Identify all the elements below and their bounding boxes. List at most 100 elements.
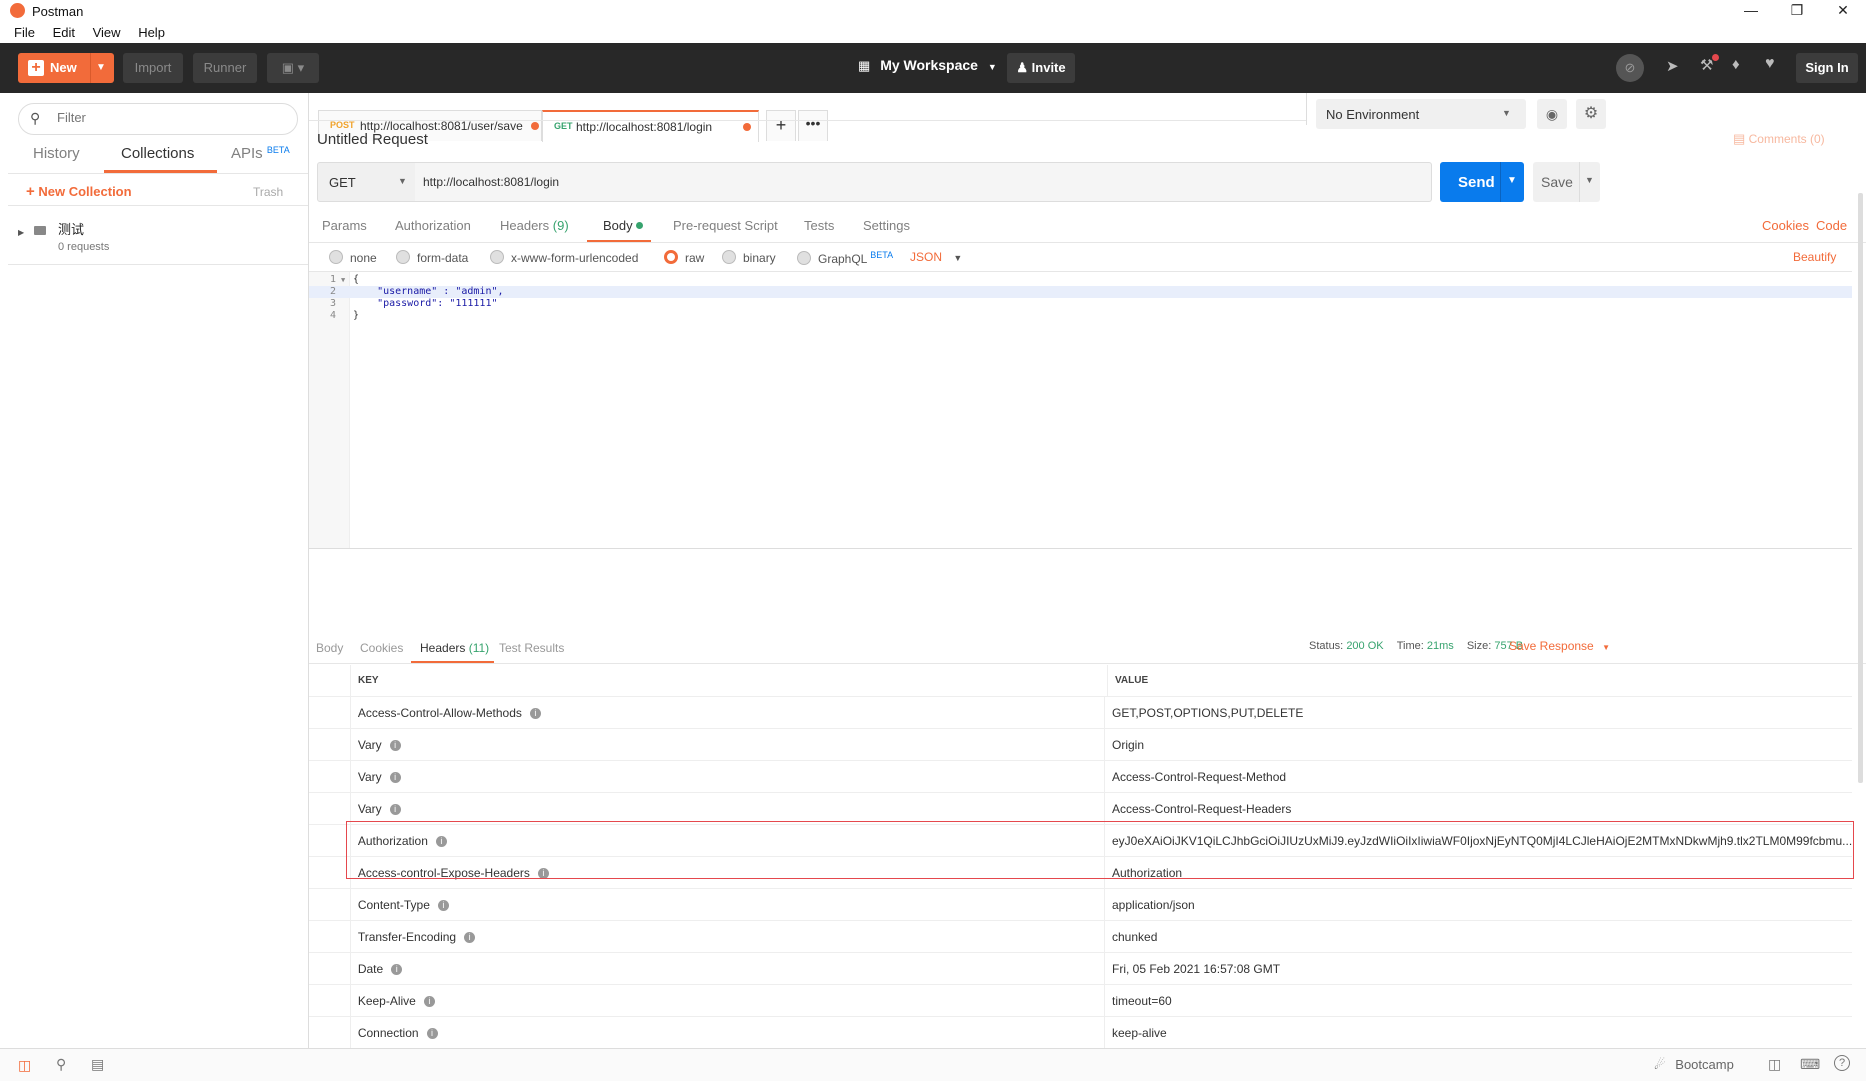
send-button[interactable]: Send ▼ [1440,162,1524,202]
info-icon[interactable]: i [529,707,541,719]
method-label: GET [329,175,356,190]
caret-down-icon[interactable]: ▼ [1585,175,1594,185]
info-icon[interactable]: i [426,1027,438,1039]
tab-prerequest[interactable]: Pre-request Script [673,218,778,233]
save-response-button[interactable]: Save Response ▼ [1509,639,1610,653]
new-button[interactable]: + New ▼ [18,53,114,83]
gear-icon[interactable]: ⚙ [1576,99,1606,129]
help-icon[interactable]: ? [1834,1055,1850,1071]
filter-box[interactable]: ⚲ [18,103,298,135]
title-bar: Postman — ❐ ✕ [0,0,1866,22]
beautify-link[interactable]: Beautify [1793,250,1836,264]
tab-history[interactable]: History [33,145,80,162]
tab-params[interactable]: Params [322,218,367,233]
comment-icon: ▤ [1733,131,1746,146]
body-mode-label: raw [685,251,705,265]
trash-link[interactable]: Trash [253,185,283,199]
menu-edit[interactable]: Edit [53,25,75,40]
workspace-selector[interactable]: ▦ My Workspace ▼ [858,57,997,74]
info-icon[interactable]: i [391,963,403,975]
tab-headers[interactable]: Headers (9) [500,218,569,233]
comments-link[interactable]: ▤ Comments (0) [1733,131,1825,147]
caret-down-icon: ▼ [1602,643,1610,652]
caret-down-icon: ▼ [987,62,997,72]
response-tab-cookies[interactable]: Cookies [360,641,403,655]
tab-collections[interactable]: Collections [121,145,194,162]
info-icon[interactable]: i [389,803,401,815]
eye-icon[interactable]: ◉ [1537,99,1567,129]
cookies-link[interactable]: Cookies [1762,218,1809,233]
info-icon[interactable]: i [423,995,435,1007]
response-tab-headers[interactable]: Headers (11) [420,641,489,655]
close-icon[interactable]: ✕ [1820,0,1866,22]
fold-caret-icon[interactable]: ▼ [341,274,345,286]
filter-input[interactable] [55,109,289,126]
menu-file[interactable]: File [14,25,35,40]
find-icon[interactable]: ⚲ [56,1056,66,1073]
keyboard-icon[interactable]: ⌨ [1800,1056,1820,1073]
divider [309,663,1866,664]
body-mode-none[interactable]: none [329,250,377,265]
sign-in-button[interactable]: Sign In [1796,53,1858,83]
tab-settings[interactable]: Settings [863,218,910,233]
header-value: Access-Control-Request-Method [1112,769,1287,784]
caret-right-icon[interactable]: ▶ [18,228,24,237]
request-tab-active[interactable]: GET http://localhost:8081/login [542,110,759,142]
invite-label: Invite [1031,60,1066,75]
body-mode-graphql[interactable]: GraphQL BETA [797,250,893,266]
table-row: Vary i Access-Control-Request-Method [309,760,1852,793]
collection-item[interactable]: ▶ 测试 0 requests [8,206,308,265]
satellite-icon[interactable]: ➤ [1666,57,1679,75]
new-window-button[interactable]: ▣ ▾ [267,53,319,83]
format-select[interactable]: JSON ▼ [910,250,962,264]
request-name[interactable]: Untitled Request [317,131,428,148]
tab-tests[interactable]: Tests [804,218,834,233]
response-meta: Status: 200 OK Time: 21ms Size: 757 B [1309,640,1523,652]
restore-icon[interactable]: ❐ [1774,0,1820,22]
body-mode-binary[interactable]: binary [722,250,776,265]
sidebar-toggle-icon[interactable]: ◫ [18,1057,31,1074]
response-tab-tests[interactable]: Test Results [499,641,564,655]
postman-logo-icon [10,3,25,18]
sync-off-icon[interactable]: ⊘ [1616,54,1644,82]
bootcamp-button[interactable]: ☄ Bootcamp [1654,1057,1734,1073]
header-key: Connection [357,1025,419,1040]
url-field[interactable]: http://localhost:8081/login [415,162,1432,202]
runner-button[interactable]: Runner [193,53,257,83]
scrollbar[interactable] [1858,193,1863,783]
bell-icon[interactable]: ♦ [1732,56,1740,73]
invite-button[interactable]: ♟ Invite [1007,53,1075,83]
menu-help[interactable]: Help [138,25,165,40]
save-button[interactable]: Save ▼ [1533,162,1600,202]
info-icon[interactable]: i [437,899,449,911]
more-tabs-icon[interactable]: ••• [798,110,828,141]
info-icon[interactable]: i [389,771,401,783]
two-pane-icon[interactable]: ◫ [1768,1056,1781,1073]
method-select[interactable]: GET ▼ [317,162,416,202]
tab-apis[interactable]: APIs BETA [231,145,290,162]
body-mode-raw[interactable]: raw [664,250,704,265]
import-button[interactable]: Import [123,53,183,83]
header-value: Access-Control-Request-Headers [1112,801,1292,816]
header-value-cell: Access-Control-Request-Headers [1104,792,1852,825]
info-icon[interactable]: i [389,739,401,751]
response-tab-body[interactable]: Body [316,641,343,655]
code-link[interactable]: Code [1816,218,1847,233]
body-mode-form-data[interactable]: form-data [396,250,468,265]
add-tab-button[interactable]: + [766,110,796,141]
tab-authorization[interactable]: Authorization [395,218,471,233]
environment-select[interactable]: No Environment ▼ [1316,99,1526,129]
caret-down-icon[interactable]: ▼ [1507,175,1517,186]
row-gutter [309,888,351,921]
caret-down-icon[interactable]: ▼ [96,53,106,83]
minimize-icon[interactable]: — [1728,0,1774,22]
new-collection-button[interactable]: + New Collection [26,183,132,200]
body-editor[interactable]: 1 2 3 4 ▼ { "username" : "admin", "passw… [309,271,1852,549]
console-icon[interactable]: ▤ [91,1056,104,1073]
menu-view[interactable]: View [93,25,121,40]
heart-icon[interactable]: ♥ [1765,55,1775,73]
info-icon[interactable]: i [464,931,476,943]
body-mode-urlencoded[interactable]: x-www-form-urlencoded [490,250,638,265]
tab-body[interactable]: Body [603,218,644,233]
body-mode-label: binary [743,251,776,265]
